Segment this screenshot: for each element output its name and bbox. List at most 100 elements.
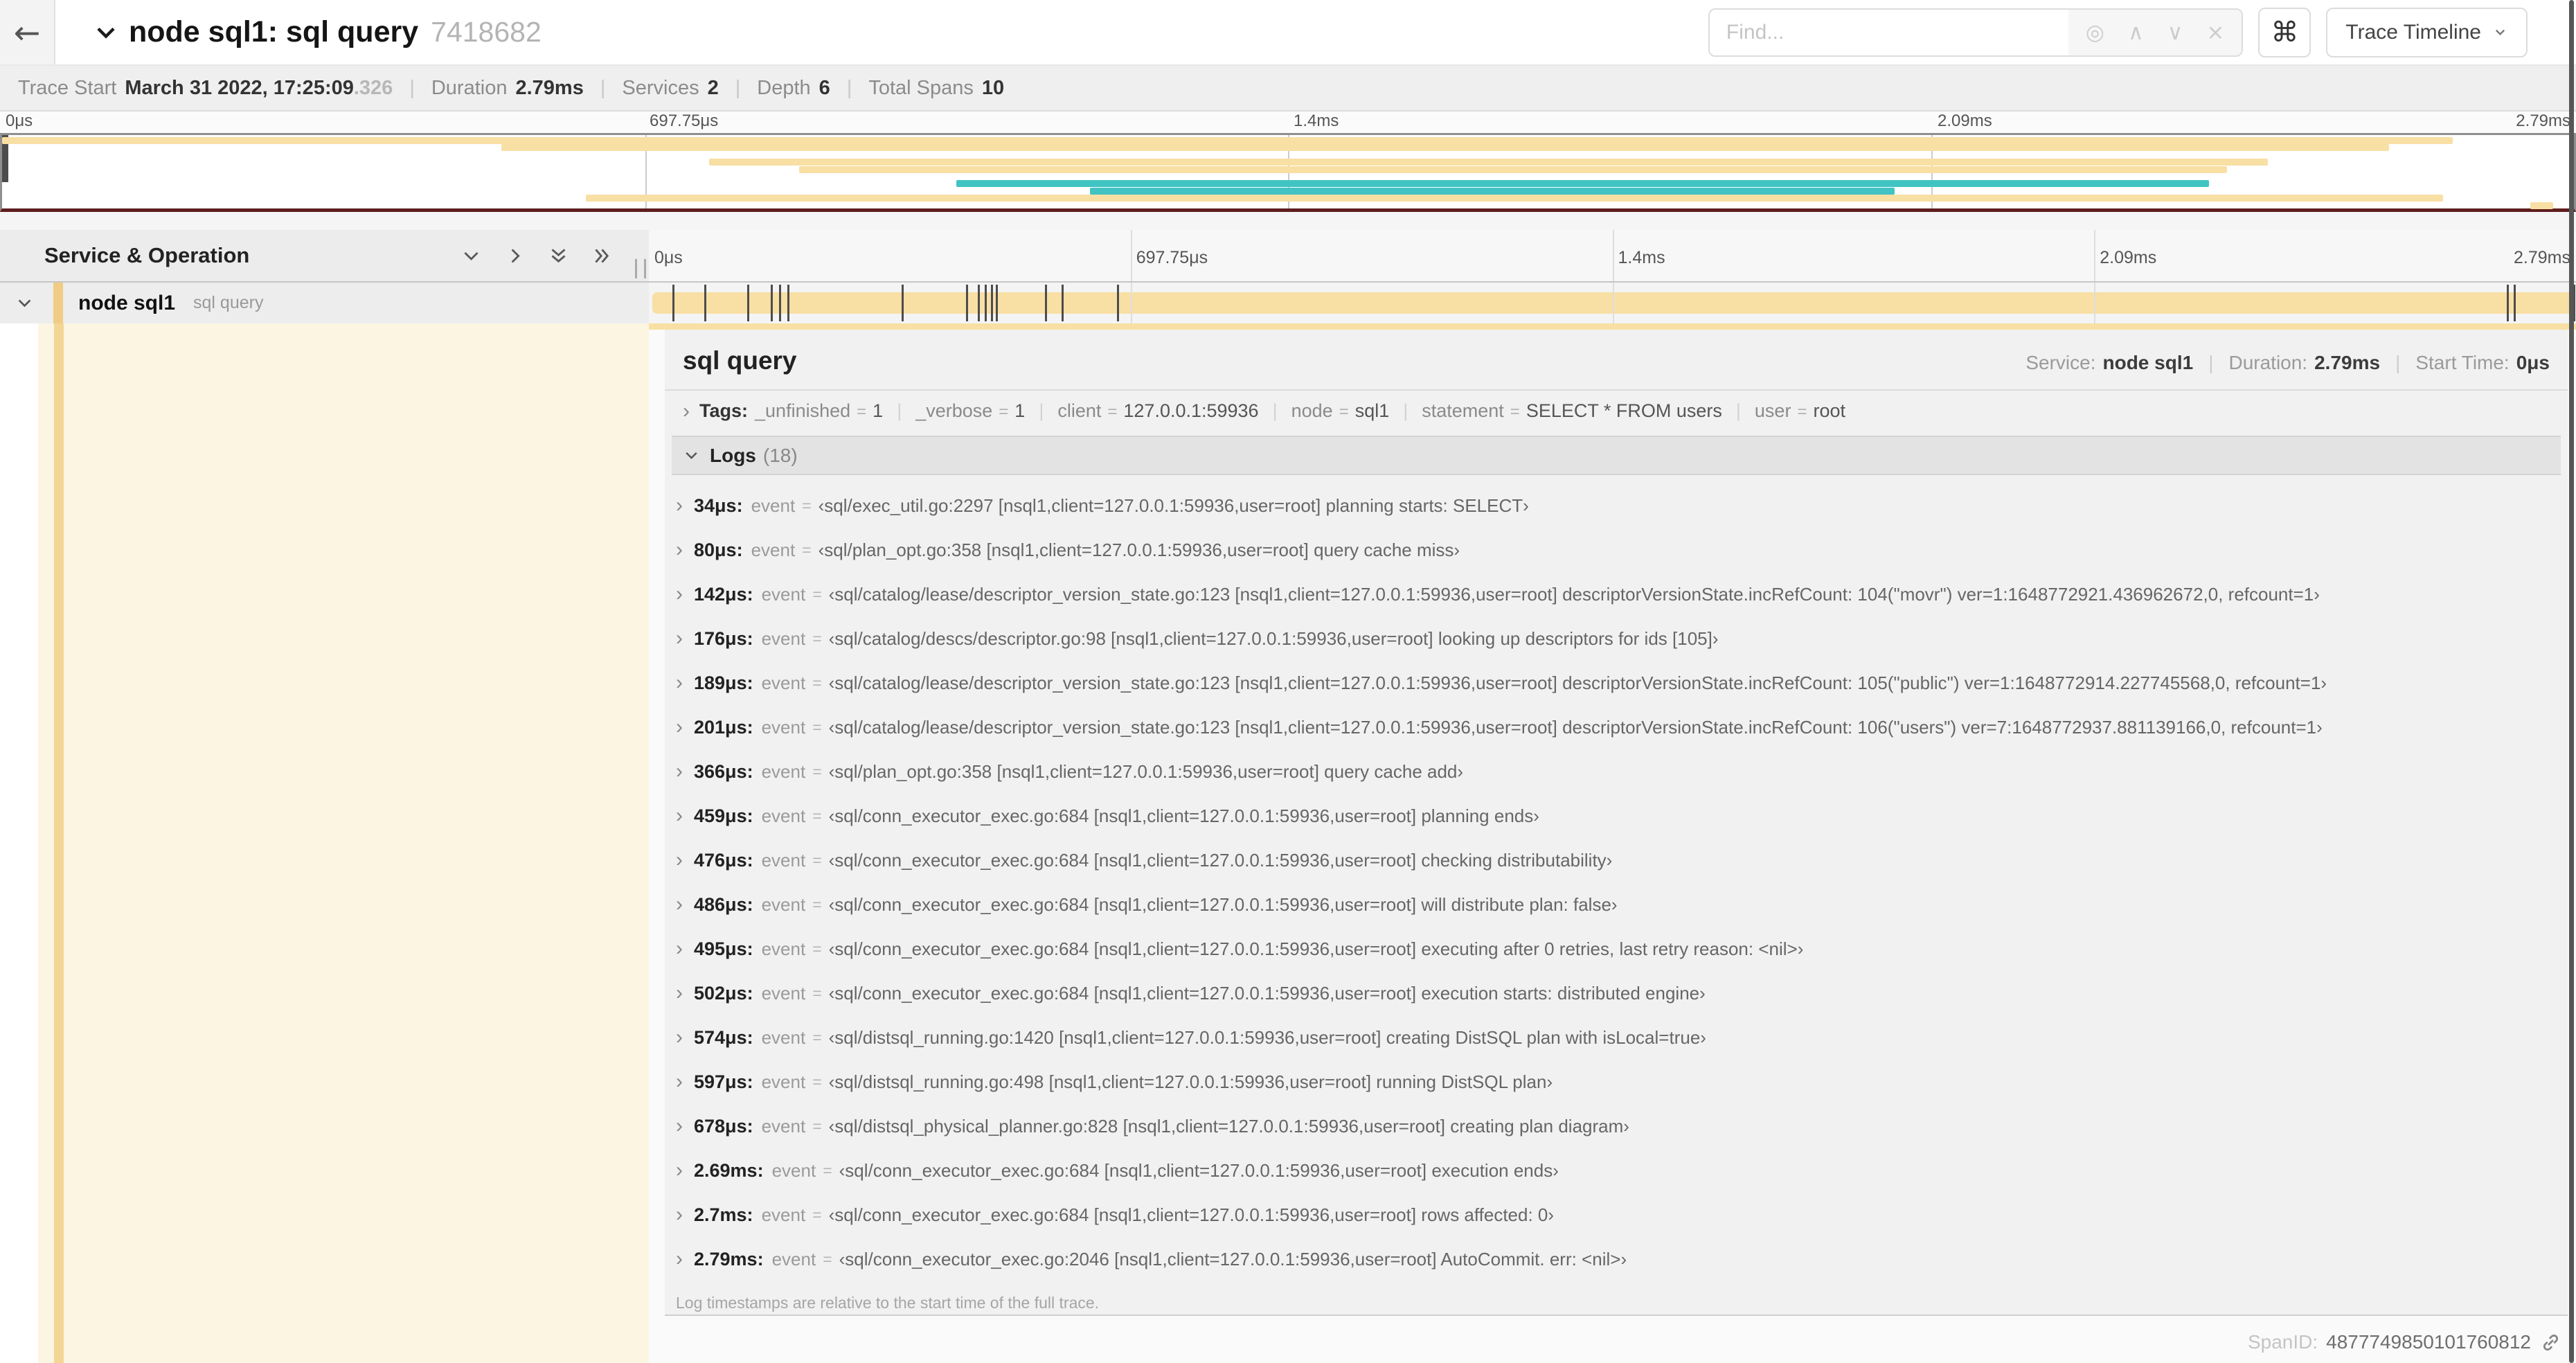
back-button[interactable]: ← [0,0,55,64]
prev-result-chevron-up-icon[interactable]: ∧ [2116,20,2156,45]
log-row[interactable]: › 366μs: event = ‹sql/plan_opt.go:358 [nsql1… [665,749,2568,794]
log-expand-chevron-icon[interactable]: › [676,850,683,871]
clear-search-icon[interactable]: × [2194,20,2236,45]
logs-collapse-chevron-down-icon[interactable] [683,447,700,464]
log-field-name: event [761,627,806,649]
chevron-down-icon [2495,29,2505,36]
separator: | [735,76,741,99]
scrollbar[interactable] [2569,0,2574,1363]
log-row[interactable]: › 80μs: event = ‹sql/plan_opt.go:358 [nsql1,… [665,528,2568,572]
next-result-chevron-down-icon[interactable]: ∨ [2156,20,2195,45]
span-row-label[interactable]: node sql1 sql query [0,283,649,323]
log-row[interactable]: › 459μs: event = ‹sql/conn_executor_exec.go:… [665,794,2568,838]
double-chevron-right-icon[interactable] [591,245,613,267]
summary-value: 10 [981,76,1005,99]
log-expand-chevron-icon[interactable]: › [676,1027,683,1048]
tags-expand-chevron-icon[interactable]: › [683,400,690,422]
log-tick-mark [2514,285,2516,321]
log-row[interactable]: › 574μs: event = ‹sql/distsql_running.go:142… [665,1015,2568,1060]
log-expand-chevron-icon[interactable]: › [676,1116,683,1137]
log-row[interactable]: › 597μs: event = ‹sql/distsql_running.go:498… [665,1060,2568,1104]
log-row[interactable]: › 2.7ms: event = ‹sql/conn_executor_exec.go:… [665,1193,2568,1237]
double-chevron-down-icon[interactable] [548,245,569,267]
log-message: ‹sql/conn_executor_exec.go:684 [nsql1,cl… [828,893,1618,915]
log-expand-chevron-icon[interactable]: › [676,717,683,738]
view-selector-button[interactable]: Trace Timeline [2326,7,2528,57]
log-row[interactable]: › 495μs: event = ‹sql/conn_executor_exec.go:… [665,927,2568,971]
log-row[interactable]: › 2.79ms: event = ‹sql/conn_executor_exec.go… [665,1237,2568,1281]
span-row-timeline[interactable] [649,283,2576,323]
header-controls: ◎∧∨× ⌘ Trace Timeline [1708,7,2528,57]
minimap-span-bar [709,159,2269,166]
locate-icon[interactable]: ◎ [2074,20,2116,45]
log-tick-mark [995,285,998,321]
log-expand-chevron-icon[interactable]: › [676,1249,683,1270]
span-color-strip [53,283,63,323]
log-field-name: event [761,1026,806,1048]
expand-one-chevron-right-icon[interactable] [504,245,526,267]
log-expand-chevron-icon[interactable]: › [676,761,683,782]
separator: | [846,76,852,99]
minimap-tick-label: 0μs [6,112,33,130]
tag-value: 1 [1014,400,1026,421]
column-resizer[interactable] [635,259,646,278]
minimap[interactable] [0,133,2576,212]
log-expand-chevron-icon[interactable]: › [676,495,683,516]
tags-label: Tags: [699,400,749,421]
service-operation-header: Service & Operation [0,230,649,283]
collapse-controls [460,245,613,267]
log-field-name: event [771,1159,816,1181]
row-chevron-down-icon[interactable] [15,294,34,312]
log-timestamp: 486μs: [694,893,753,915]
log-expand-chevron-icon[interactable]: › [676,672,683,693]
tag-item: statement = SELECT * FROM users [1422,400,1722,421]
log-expand-chevron-icon[interactable]: › [676,805,683,826]
log-row[interactable]: › 201μs: event = ‹sql/catalog/lease/descript… [665,705,2568,749]
tag-equals: = [999,402,1009,421]
log-row[interactable]: › 34μs: event = ‹sql/exec_util.go:2297 [nsql… [665,483,2568,528]
keyboard-shortcuts-button[interactable]: ⌘ [2258,7,2311,57]
log-message: ‹sql/catalog/lease/descriptor_version_st… [828,672,2327,693]
log-tick-mark [902,285,904,321]
log-expand-chevron-icon[interactable]: › [676,894,683,915]
tag-equals: = [1339,402,1349,421]
log-timestamp: 459μs: [694,805,753,826]
log-row[interactable]: › 502μs: event = ‹sql/conn_executor_exec.go:… [665,971,2568,1015]
log-message: ‹sql/conn_executor_exec.go:684 [nsql1,cl… [828,1204,1555,1225]
log-expand-chevron-icon[interactable]: › [676,584,683,605]
log-expand-chevron-icon[interactable]: › [676,1160,683,1181]
timeline-ruler: 0μs 697.75μs 1.4ms 2.09ms 2.79ms [649,230,2576,283]
log-expand-chevron-icon[interactable]: › [676,1071,683,1092]
log-row[interactable]: › 142μs: event = ‹sql/catalog/lease/descript… [665,572,2568,616]
log-timestamp: 2.79ms: [694,1248,764,1270]
collapse-all-chevron-down-icon[interactable] [460,245,482,267]
collapse-trace-chevron-icon[interactable] [93,19,119,46]
log-timestamp: 495μs: [694,938,753,959]
log-row[interactable]: › 678μs: event = ‹sql/distsql_physical_plann… [665,1104,2568,1148]
log-row[interactable]: › 476μs: event = ‹sql/conn_executor_exec.go:… [665,838,2568,882]
summary-label: Depth [757,76,811,99]
tag-key: statement [1422,400,1504,421]
tags-row[interactable]: › Tags: _unfinished = 1 | _verbose = 1 | client =… [665,391,2568,431]
log-expand-chevron-icon[interactable]: › [676,983,683,1004]
log-row[interactable]: › 189μs: event = ‹sql/catalog/lease/descript… [665,661,2568,705]
trace-summary-bar: Trace Start March 31 2022, 17:25:09.326 | D… [0,66,2576,112]
log-expand-chevron-icon[interactable]: › [676,628,683,649]
log-row[interactable]: › 176μs: event = ‹sql/catalog/descs/descript… [665,616,2568,661]
log-expand-chevron-icon[interactable]: › [676,938,683,959]
summary-value: 2.79ms [515,76,584,99]
ruler-tick-label: 2.79ms [2514,248,2570,267]
log-row[interactable]: › 486μs: event = ‹sql/conn_executor_exec.go:… [665,882,2568,927]
summary-item: Total Spans 10 [868,77,1004,100]
tag-value: root [1813,400,1845,421]
copy-link-icon[interactable] [2539,1331,2562,1354]
row-operation-name: sql query [193,293,264,312]
find-input[interactable] [1709,9,2068,55]
left-column [0,323,649,1363]
log-row[interactable]: › 2.69ms: event = ‹sql/conn_executor_exec.go… [665,1148,2568,1193]
log-expand-chevron-icon[interactable]: › [676,1204,683,1225]
log-expand-chevron-icon[interactable]: › [676,540,683,560]
ruler-tick-label: 1.4ms [1618,248,1665,267]
logs-section-header[interactable]: Logs (18) [672,436,2561,475]
find-controls: ◎ ∧ ∨ × [2068,9,2242,55]
